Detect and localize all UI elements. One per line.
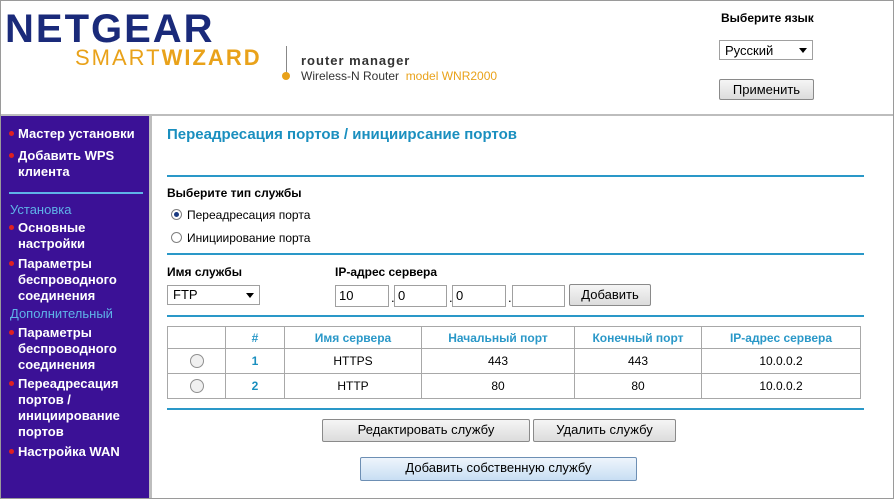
services-table: # Имя сервера Начальный порт Конечный по… — [167, 326, 861, 399]
row-select-radio[interactable] — [189, 379, 204, 394]
row-select-radio[interactable] — [189, 354, 204, 369]
smart-text: SMART — [75, 45, 162, 70]
divider — [167, 253, 864, 255]
sidebar-item-add-wps-client[interactable]: Добавить WPS клиента — [9, 148, 143, 180]
sidebar-section-advanced: Дополнительный — [10, 306, 113, 321]
column-header-server-name: Имя сервера — [284, 326, 422, 349]
table-header-row: # Имя сервера Начальный порт Конечный по… — [167, 326, 861, 349]
smartwizard-logo: SMARTWIZARD — [75, 45, 262, 71]
column-header-start-port: Начальный порт — [421, 326, 575, 349]
sidebar-item-port-forwarding[interactable]: Переадресация портов / инициирование пор… — [9, 376, 143, 440]
sidebar-item-label: Переадресация портов / инициирование пор… — [18, 376, 120, 439]
ip-octet-3-input[interactable]: 0 — [452, 285, 506, 307]
edit-service-button[interactable]: Редактировать службу — [322, 419, 530, 442]
sidebar-item-wireless-settings[interactable]: Параметры беспроводного соединения — [9, 256, 143, 304]
chevron-down-icon — [799, 48, 807, 53]
column-header-end-port: Конечный порт — [574, 326, 702, 349]
router-admin-window: NETGEAR SMARTWIZARD router manager Wirel… — [0, 0, 894, 499]
row-end-port: 443 — [574, 348, 702, 374]
divider — [167, 408, 864, 410]
sidebar-item-basic-settings[interactable]: Основные настройки — [9, 220, 143, 252]
sidebar-item-label: Основные настройки — [18, 220, 86, 251]
sidebar: Мастер установки Добавить WPS клиента Ус… — [1, 114, 152, 498]
divider — [167, 175, 864, 177]
ip-octet-2-input[interactable]: 0 — [394, 285, 447, 307]
server-ip-label: IP-адрес сервера — [335, 265, 438, 279]
sidebar-item-label: Настройка WAN — [18, 444, 120, 459]
bullet-icon — [9, 449, 14, 454]
router-manager-label: router manager — [301, 53, 411, 68]
option-port-forwarding-label: Переадресация порта — [187, 208, 311, 222]
language-select[interactable]: Русский — [719, 40, 813, 60]
bullet-icon — [9, 261, 14, 266]
row-server-name: HTTPS — [284, 348, 422, 374]
main-content: Переадресация портов / инициирсание порт… — [152, 114, 893, 498]
sidebar-item-wan-setup[interactable]: Настройка WAN — [9, 444, 143, 460]
service-name-label: Имя службы — [167, 265, 242, 279]
row-server-ip: 10.0.0.2 — [701, 373, 861, 399]
sidebar-item-label: Параметры беспроводного соединения — [18, 256, 117, 303]
sidebar-item-advanced-wireless[interactable]: Параметры беспроводного соединения — [9, 325, 143, 373]
row-end-port: 80 — [574, 373, 702, 399]
select-column-header — [167, 326, 226, 349]
header: NETGEAR SMARTWIZARD router manager Wirel… — [1, 1, 893, 114]
row-select-cell — [167, 373, 226, 399]
language-label: Выберите язык — [721, 11, 814, 25]
logo-divider — [286, 46, 287, 74]
router-type: Wireless-N Router — [301, 69, 400, 83]
sidebar-item-label: Добавить WPS клиента — [18, 148, 115, 179]
delete-service-button[interactable]: Удалить службу — [533, 419, 676, 442]
add-service-button[interactable]: Добавить — [569, 284, 651, 306]
radio-port-triggering[interactable] — [171, 232, 182, 243]
sidebar-section-setup: Установка — [10, 202, 72, 217]
radio-port-forwarding[interactable] — [171, 209, 182, 220]
option-port-triggering-label: Инициирование порта — [187, 231, 311, 245]
column-header-number: # — [225, 326, 285, 349]
sidebar-item-setup-wizard[interactable]: Мастер установки — [9, 126, 143, 142]
apply-language-button[interactable]: Применить — [719, 79, 814, 100]
ip-octet-1-input[interactable]: 10 — [335, 285, 389, 307]
bullet-icon — [9, 131, 14, 136]
page-title: Переадресация портов / инициирсание порт… — [167, 126, 517, 143]
sidebar-item-label: Мастер установки — [18, 126, 135, 141]
add-custom-service-button[interactable]: Добавить собственную службу — [360, 457, 637, 481]
bullet-icon — [9, 330, 14, 335]
bullet-icon — [9, 225, 14, 230]
service-name-select[interactable]: FTP — [167, 285, 260, 305]
router-model-number: model WNR2000 — [405, 69, 498, 83]
logo-dot-icon — [282, 72, 290, 80]
service-name-value: FTP — [173, 287, 198, 302]
row-number: 1 — [225, 348, 285, 374]
row-start-port: 80 — [421, 373, 575, 399]
sidebar-item-label: Параметры беспроводного соединения — [18, 325, 117, 372]
router-model-label: Wireless-N Router model WNR2000 — [301, 69, 497, 83]
row-start-port: 443 — [421, 348, 575, 374]
row-server-ip: 10.0.0.2 — [701, 348, 861, 374]
wizard-text: WIZARD — [161, 45, 262, 70]
bullet-icon — [9, 153, 14, 158]
ip-octet-4-input[interactable] — [512, 285, 565, 307]
service-type-label: Выберите тип службы — [167, 186, 302, 200]
table-row: 2 HTTP 80 80 10.0.0.2 — [167, 373, 861, 399]
divider — [167, 315, 864, 317]
chevron-down-icon — [246, 293, 254, 298]
language-selected-value: Русский — [725, 43, 774, 58]
bullet-icon — [9, 381, 14, 386]
row-server-name: HTTP — [284, 373, 422, 399]
column-header-server-ip: IP-адрес сервера — [701, 326, 861, 349]
row-number: 2 — [225, 373, 285, 399]
row-select-cell — [167, 348, 226, 374]
table-row: 1 HTTPS 443 443 10.0.0.2 — [167, 348, 861, 374]
sidebar-divider — [9, 192, 143, 194]
